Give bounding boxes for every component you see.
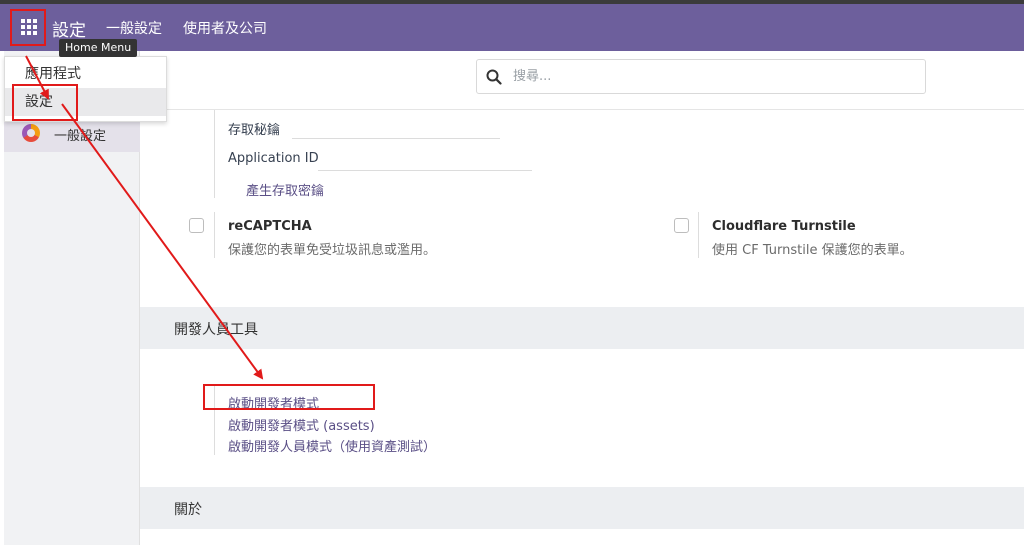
about-header: 關於 — [140, 487, 1024, 529]
recaptcha-title: reCAPTCHA — [228, 219, 312, 234]
recaptcha-divider — [214, 212, 215, 258]
about-title: 關於 — [174, 502, 202, 518]
turnstile-divider — [698, 212, 699, 258]
activate-developer-mode-assets-link[interactable]: 啟動開發者模式 (assets) — [228, 415, 375, 434]
annotation-box-settings — [12, 84, 78, 121]
turnstile-checkbox[interactable] — [674, 218, 689, 233]
application-id-label: Application ID — [228, 151, 319, 166]
developer-tools-header: 開發人員工具 — [140, 307, 1024, 349]
search-box[interactable] — [476, 59, 926, 94]
sidebar-item-label: 一般設定 — [54, 129, 107, 144]
developer-tools-title: 開發人員工具 — [174, 322, 258, 338]
application-id-input[interactable] — [318, 170, 532, 171]
annotation-box-home-menu — [10, 9, 46, 46]
turnstile-description: 使用 CF Turnstile 保護您的表單。 — [712, 243, 913, 258]
menu-users-companies[interactable]: 使用者及公司 — [183, 18, 267, 38]
secret-key-input[interactable] — [292, 138, 500, 139]
api-block-divider — [214, 110, 215, 198]
search-input[interactable] — [513, 60, 913, 93]
home-menu-tooltip: Home Menu — [59, 39, 138, 57]
search-icon — [486, 69, 502, 85]
settings-sidebar: 一般設定 — [4, 51, 140, 545]
recaptcha-checkbox[interactable] — [189, 218, 204, 233]
generate-access-key-link[interactable]: 產生存取密鑰 — [246, 180, 324, 199]
turnstile-title: Cloudflare Turnstile — [712, 219, 856, 234]
app-title[interactable]: 設定 — [52, 16, 86, 41]
odoo-app-icon — [22, 124, 40, 142]
recaptcha-description: 保護您的表單免受垃圾訊息或濫用。 — [228, 243, 437, 258]
top-navbar: 設定 一般設定 使用者及公司 — [0, 4, 1024, 51]
menu-general-settings[interactable]: 一般設定 — [106, 18, 162, 38]
annotation-box-developer-mode — [203, 384, 375, 410]
activate-developer-mode-tests-link[interactable]: 啟動開發人員模式（使用資產測試） — [228, 436, 436, 455]
secret-key-label: 存取秘鑰 — [228, 123, 281, 138]
